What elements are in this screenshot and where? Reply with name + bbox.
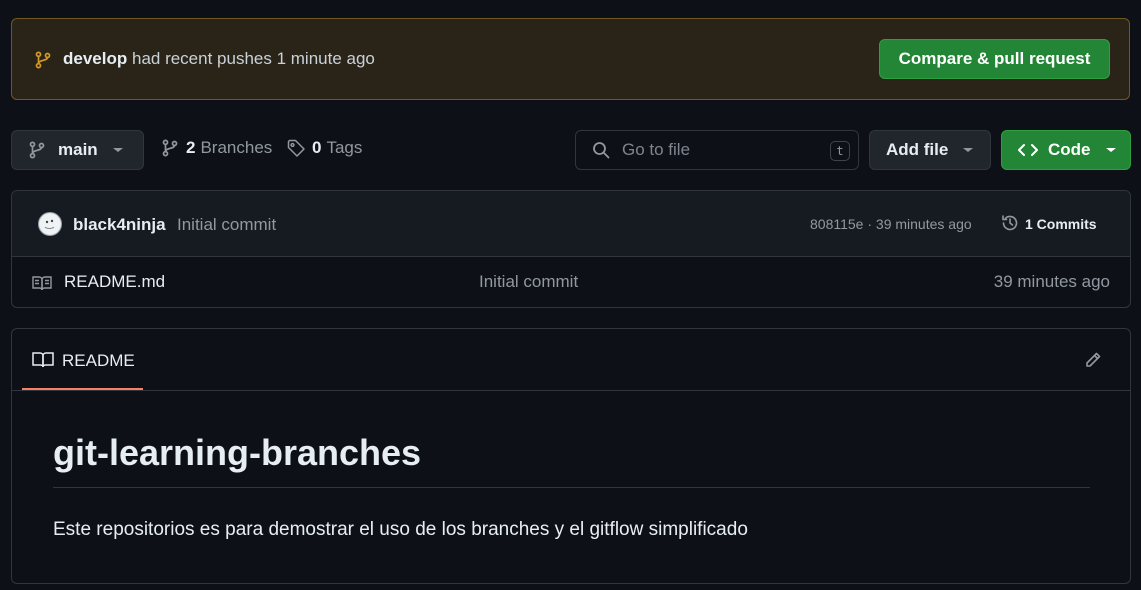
tab-readme[interactable]: README — [22, 329, 143, 390]
readme-panel: README git-learning-branches Este reposi… — [11, 328, 1131, 584]
pencil-icon[interactable] — [1084, 351, 1102, 369]
pushed-branch-name[interactable]: develop — [63, 49, 127, 68]
keyboard-shortcut-hint: t — [830, 141, 850, 161]
file-last-modified: 39 minutes ago — [993, 272, 1110, 291]
go-to-file-search[interactable]: t — [575, 130, 859, 170]
git-branch-icon — [28, 140, 46, 160]
readme-header: README — [12, 329, 1130, 391]
code-button[interactable]: Code — [1001, 130, 1131, 170]
add-file-label: Add file — [886, 140, 949, 159]
compare-pull-request-button[interactable]: Compare & pull request — [879, 39, 1110, 79]
git-branch-icon — [34, 50, 52, 70]
commit-message[interactable]: Initial commit — [177, 215, 276, 235]
chevron-down-icon — [962, 146, 974, 154]
push-message: develop had recent pushes 1 minute ago — [63, 49, 375, 69]
tags-count: 0 — [312, 138, 322, 157]
avatar[interactable] — [38, 212, 62, 236]
search-input[interactable] — [620, 139, 814, 161]
git-branch-icon — [161, 138, 179, 158]
branches-count: 2 — [186, 138, 196, 157]
tags-link[interactable]: 0 Tags — [286, 138, 362, 158]
commit-author[interactable]: black4ninja — [73, 215, 166, 235]
chevron-down-icon — [1105, 146, 1117, 154]
push-message-text: had recent pushes 1 minute ago — [131, 49, 375, 68]
readme-heading: git-learning-branches — [53, 433, 1090, 488]
file-listing: black4ninja Initial commit 808115e · 39 … — [11, 190, 1131, 308]
search-icon — [592, 141, 610, 159]
latest-commit-row: black4ninja Initial commit 808115e · 39 … — [12, 191, 1130, 257]
commit-hash-and-time[interactable]: 808115e · 39 minutes ago — [810, 216, 972, 232]
tags-label: Tags — [326, 138, 363, 157]
readme-body-text: Este repositorios es para demostrar el u… — [53, 519, 748, 540]
tag-icon — [286, 138, 306, 158]
add-file-button[interactable]: Add file — [869, 130, 991, 170]
branches-link[interactable]: 2 Branches — [161, 138, 272, 158]
recent-push-banner: develop had recent pushes 1 minute ago C… — [11, 18, 1130, 100]
readme-tab-label: README — [62, 351, 135, 370]
file-commit-message[interactable]: Initial commit — [479, 272, 578, 292]
file-name-link[interactable]: README.md — [64, 272, 165, 292]
code-icon — [1018, 143, 1038, 157]
book-icon — [32, 351, 54, 368]
readme-file-icon — [32, 275, 52, 291]
history-icon — [1000, 213, 1020, 233]
code-label: Code — [1048, 140, 1091, 159]
table-row[interactable]: README.md Initial commit 39 minutes ago — [12, 257, 1130, 307]
chevron-down-icon — [112, 146, 124, 154]
current-branch-label: main — [58, 140, 98, 159]
commits-count-link[interactable]: 1 Commits — [1025, 216, 1097, 232]
branches-label: Branches — [200, 138, 273, 157]
branch-selector[interactable]: main — [11, 130, 144, 170]
